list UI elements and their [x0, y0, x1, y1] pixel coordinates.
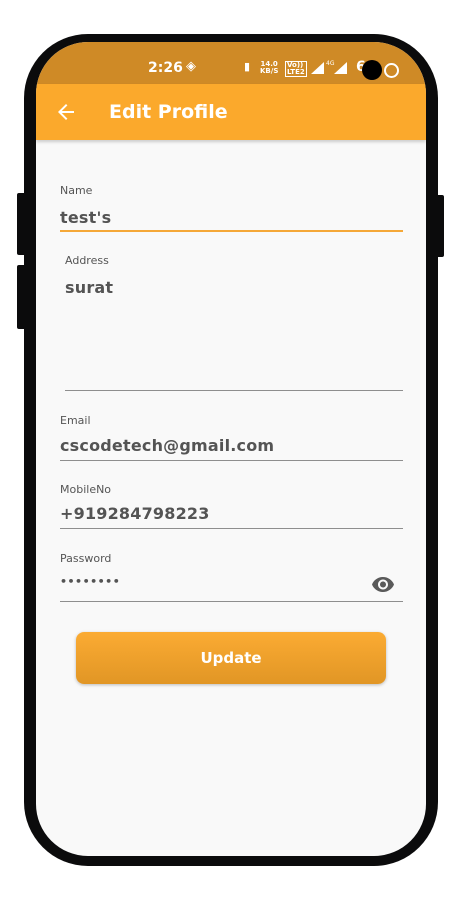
- binance-icon: ◈: [186, 59, 196, 74]
- vibrate-icon: ▮: [244, 60, 251, 73]
- name-label: Name: [60, 184, 93, 197]
- page-title: Edit Profile: [109, 101, 228, 123]
- name-input[interactable]: test's: [60, 208, 111, 227]
- signal-icon: [311, 62, 324, 74]
- email-input[interactable]: cscodetech@gmail.com: [60, 436, 274, 455]
- app-bar: Edit Profile: [36, 84, 426, 140]
- update-button[interactable]: Update: [76, 632, 386, 684]
- phone-screen: 2:26 ◈ ▮ 14.0 KB/S Vo)) LTE2 4G 6 Edit P…: [36, 42, 426, 856]
- email-field[interactable]: Email cscodetech@gmail.com: [60, 414, 403, 464]
- email-underline: [60, 460, 403, 461]
- password-label: Password: [60, 552, 112, 565]
- battery-ring-icon: [384, 63, 399, 78]
- password-underline: [60, 601, 403, 602]
- address-field[interactable]: Address surat: [65, 254, 403, 394]
- name-underline: [60, 230, 403, 232]
- status-time: 2:26: [148, 60, 183, 76]
- eye-icon[interactable]: [371, 576, 395, 592]
- signal-2-icon: [334, 62, 347, 74]
- address-input[interactable]: surat: [65, 278, 113, 297]
- name-field[interactable]: Name test's: [60, 184, 403, 234]
- mobile-field[interactable]: MobileNo +919284798223: [60, 483, 403, 533]
- status-bar: 2:26 ◈ ▮ 14.0 KB/S Vo)) LTE2 4G 6: [36, 42, 426, 84]
- device-stage: 2:26 ◈ ▮ 14.0 KB/S Vo)) LTE2 4G 6 Edit P…: [0, 0, 460, 900]
- network-speed-indicator: 14.0 KB/S: [260, 61, 278, 75]
- address-label: Address: [65, 254, 109, 267]
- volte-icon: Vo)) LTE2: [285, 61, 307, 77]
- email-label: Email: [60, 414, 91, 427]
- volte-bottom-label: LTE2: [287, 68, 305, 76]
- password-field[interactable]: Password ••••••••: [60, 552, 403, 604]
- mobile-input[interactable]: +919284798223: [60, 504, 210, 523]
- password-input[interactable]: ••••••••: [60, 575, 120, 588]
- front-camera: [362, 60, 382, 80]
- mobile-underline: [60, 528, 403, 529]
- address-underline: [65, 390, 403, 391]
- back-arrow-icon[interactable]: [54, 100, 78, 124]
- speed-unit: KB/S: [260, 67, 279, 75]
- mobile-label: MobileNo: [60, 483, 112, 496]
